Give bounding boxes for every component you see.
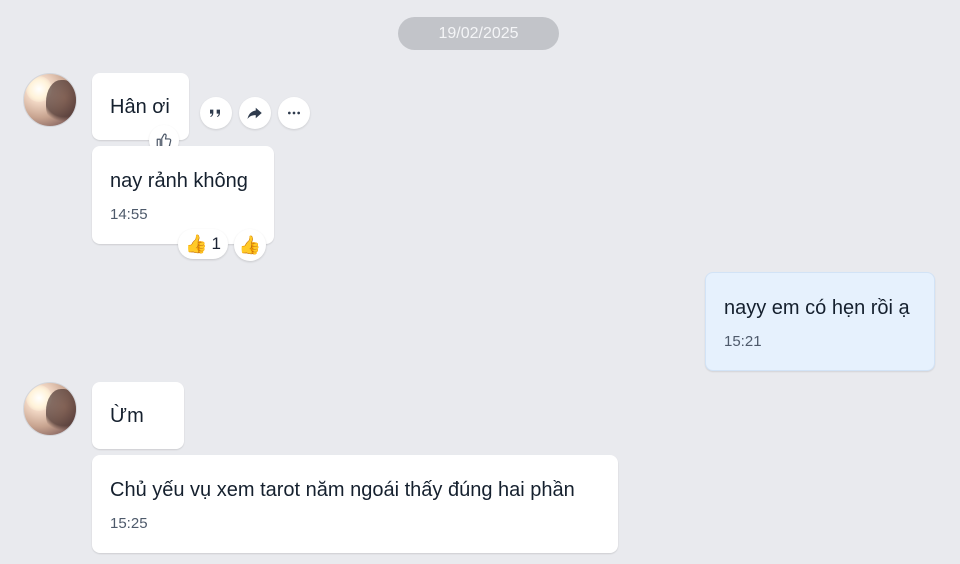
quote-button[interactable] [200,97,232,129]
my-message-bubble[interactable]: nayy em có hẹn rồi ạ 15:21 [705,272,935,371]
thumbs-up-emoji-icon: 👍 [238,235,262,255]
message-text: Ừm [110,405,144,427]
avatar[interactable] [23,73,77,127]
message-time: 14:55 [110,206,148,223]
react-button[interactable]: 👍 [234,229,266,261]
message-time: 15:25 [110,515,148,532]
reaction-summary[interactable]: 👍 1 [178,229,228,259]
date-separator: 19/02/2025 [398,17,559,50]
message-text: Hân ơi [110,96,170,118]
message-time: 15:21 [724,333,762,350]
message-text: nay rảnh không [110,170,248,192]
message-text: nayy em có hẹn rồi ạ [724,297,910,319]
quote-icon [210,109,220,117]
message-bubble[interactable]: Chủ yếu vụ xem tarot năm ngoái thấy đúng… [92,455,618,553]
share-button[interactable] [239,97,271,129]
message-bubble[interactable]: Ừm [92,382,184,449]
more-icon [288,111,300,115]
more-options-button[interactable] [278,97,310,129]
message-text: Chủ yếu vụ xem tarot năm ngoái thấy đúng… [110,479,575,501]
share-icon [247,107,262,119]
reaction-count: 1 [211,234,221,253]
thumbs-up-emoji-icon: 👍 [185,234,208,254]
avatar[interactable] [23,382,77,436]
